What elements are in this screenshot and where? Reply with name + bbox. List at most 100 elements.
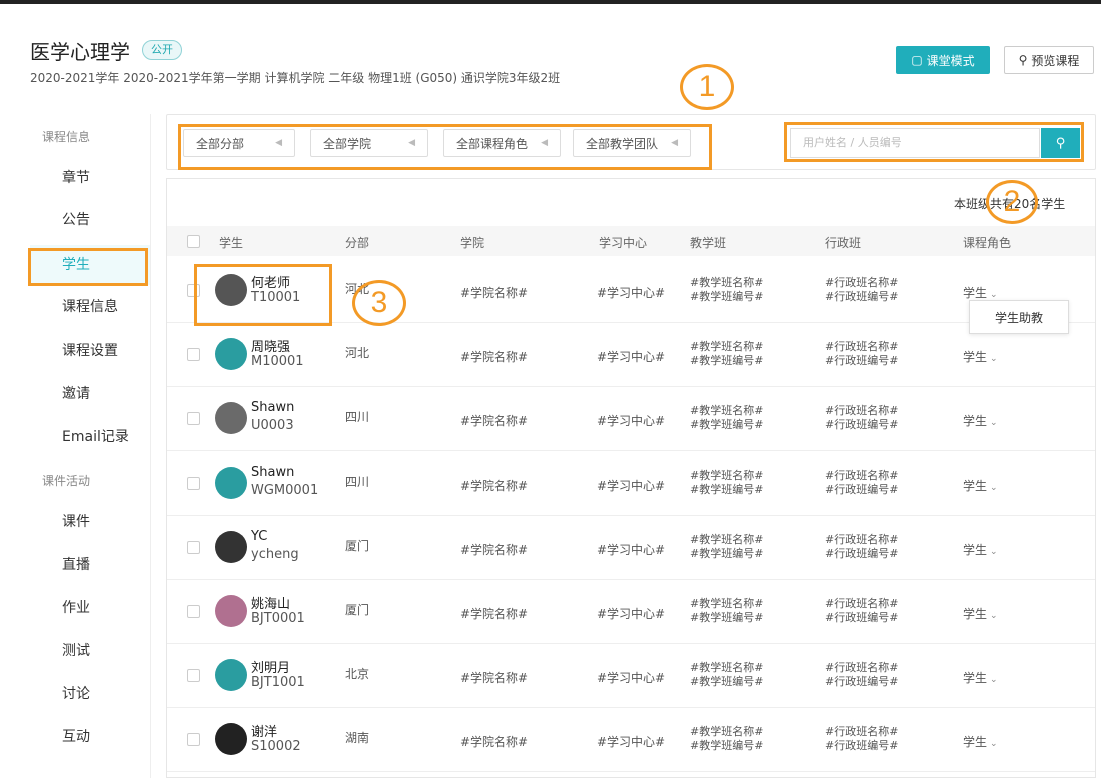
course-role-select[interactable]: 学生 ⌄ <box>963 733 998 750</box>
row-checkbox[interactable] <box>187 733 200 747</box>
sidebar-item-live[interactable]: 直播 <box>30 545 150 585</box>
admin-class-name: #行政班名称# <box>825 532 899 546</box>
highlight-box-user <box>194 264 332 326</box>
sidebar-item-email-log[interactable]: Email记录 <box>30 417 150 457</box>
admin-class-cell: #行政班名称# #行政班编号# <box>825 469 898 497</box>
teaching-class-cell: #教学班名称# #教学班编号# <box>690 276 763 304</box>
teaching-class-code: #教学班编号# <box>690 354 764 368</box>
student-name: 姚海山 <box>251 597 291 612</box>
course-role-value: 学生 <box>963 286 988 300</box>
admin-class-code: #行政班编号# <box>825 675 899 689</box>
course-role-value: 学生 <box>963 607 988 621</box>
admin-class-name: #行政班名称# <box>825 468 899 482</box>
preview-course-label: 预览课程 <box>1031 53 1080 68</box>
student-name: Shawn <box>251 464 295 480</box>
public-badge: 公开 <box>142 40 182 60</box>
table-row: YC ycheng 厦门 #学院名称# #学习中心# #教学班名称# #教学班编号# #行政班… <box>167 515 1095 580</box>
branch-cell: 北京 <box>345 667 370 682</box>
branch-cell: 四川 <box>345 410 370 425</box>
student-id: S10002 <box>251 739 301 755</box>
admin-class-cell: #行政班名称# #行政班编号# <box>825 404 898 432</box>
course-role-select[interactable]: 学生 ⌄ <box>963 284 998 301</box>
course-role-select[interactable]: 学生 ⌄ <box>963 669 998 686</box>
admin-class-cell: #行政班名称# #行政班编号# <box>825 533 898 561</box>
chevron-down-icon: ⌄ <box>990 611 998 621</box>
student-id: ycheng <box>251 546 299 562</box>
branch-cell: 四川 <box>345 474 370 489</box>
role-dropdown-option-assistant[interactable]: 学生助教 <box>969 300 1069 334</box>
center-cell: #学习中心# <box>597 542 666 557</box>
header-teaching-class: 教学班 <box>690 236 727 250</box>
highlight-box-search <box>784 122 1084 162</box>
student-id: U0003 <box>251 418 294 434</box>
college-cell: #学院名称# <box>460 414 529 429</box>
course-role-select[interactable]: 学生 ⌄ <box>963 477 998 494</box>
header-course-role: 课程角色 <box>963 236 1012 250</box>
row-checkbox[interactable] <box>187 605 200 618</box>
course-role-value: 学生 <box>963 350 988 365</box>
row-checkbox[interactable] <box>187 669 200 683</box>
college-cell: #学院名称# <box>460 671 529 686</box>
admin-class-cell: #行政班名称# #行政班编号# <box>825 276 898 304</box>
course-role-value: 学生 <box>963 414 988 429</box>
teaching-class-cell: #教学班名称# #教学班编号# <box>690 661 763 689</box>
sidebar-item-test[interactable]: 测试 <box>30 631 150 671</box>
row-checkbox[interactable] <box>187 476 200 490</box>
course-role-select[interactable]: 学生 ⌄ <box>963 605 998 622</box>
row-checkbox[interactable] <box>187 412 200 426</box>
preview-course-button[interactable]: ⚲ 预览课程 <box>1004 46 1094 74</box>
branch-cell: 河北 <box>345 346 370 361</box>
header-college: 学院 <box>460 236 485 250</box>
branch-cell: 厦门 <box>345 538 370 553</box>
admin-class-code: #行政班编号# <box>825 418 899 432</box>
highlight-box-students <box>28 248 148 286</box>
avatar <box>215 466 247 499</box>
sidebar-item-invite[interactable]: 邀请 <box>30 374 150 414</box>
admin-class-code: #行政班编号# <box>825 546 899 560</box>
admin-class-cell: #行政班名称# #行政班编号# <box>825 340 898 368</box>
admin-class-cell: #行政班名称# #行政班编号# <box>825 661 898 689</box>
search-icon: ⚲ <box>1018 53 1028 67</box>
teaching-class-cell: #教学班名称# #教学班编号# <box>690 725 763 753</box>
course-role-select[interactable]: 学生 ⌄ <box>963 541 998 558</box>
student-name: YC <box>251 528 268 544</box>
student-id: M10001 <box>251 354 304 370</box>
sidebar-item-chapters[interactable]: 章节 <box>30 158 150 198</box>
sidebar-item-courseware[interactable]: 课件 <box>30 502 150 542</box>
sidebar-item-homework[interactable]: 作业 <box>30 588 150 628</box>
student-name: 刘明月 <box>251 661 291 677</box>
sidebar-item-interaction[interactable]: 互动 <box>30 717 150 757</box>
college-cell: #学院名称# <box>460 607 529 621</box>
admin-class-name: #行政班名称# <box>825 661 899 675</box>
sidebar-item-announcements[interactable]: 公告 <box>30 200 150 240</box>
teaching-class-name: #教学班名称# <box>690 340 764 354</box>
chat-icon: ▢ <box>911 53 923 67</box>
class-mode-label: 课堂模式 <box>926 53 975 68</box>
admin-class-code: #行政班编号# <box>825 739 899 753</box>
annotation-marker-1: 1 <box>680 64 734 110</box>
student-name: Shawn <box>251 400 295 416</box>
sidebar-item-course-settings[interactable]: 课程设置 <box>30 331 150 371</box>
admin-class-name: #行政班名称# <box>825 340 899 354</box>
course-subtitle: 2020-2021学年 2020-2021学年第一学期 计算机学院 二年级 物理… <box>30 71 561 85</box>
teaching-class-code: #教学班编号# <box>690 418 764 432</box>
top-border <box>0 0 1101 4</box>
admin-class-code: #行政班编号# <box>825 354 899 368</box>
course-role-select[interactable]: 学生 ⌄ <box>963 412 998 429</box>
admin-class-name: #行政班名称# <box>825 276 899 289</box>
sidebar-item-discussion[interactable]: 讨论 <box>30 674 150 714</box>
highlight-box-filters <box>178 124 712 170</box>
center-cell: #学习中心# <box>597 671 666 686</box>
row-checkbox[interactable] <box>187 540 200 554</box>
row-checkbox[interactable] <box>187 348 200 362</box>
class-mode-button[interactable]: ▢ 课堂模式 <box>896 46 990 74</box>
branch-cell: 湖南 <box>345 731 370 746</box>
admin-class-code: #行政班编号# <box>825 290 899 303</box>
header-learning-center: 学习中心 <box>599 236 648 250</box>
avatar <box>215 723 247 756</box>
sidebar-item-course-info[interactable]: 课程信息 <box>30 287 150 327</box>
course-role-select[interactable]: 学生 ⌄ <box>963 348 998 365</box>
select-all-checkbox[interactable] <box>187 235 200 248</box>
teaching-class-name: #教学班名称# <box>690 725 764 739</box>
center-cell: #学习中心# <box>597 414 666 429</box>
